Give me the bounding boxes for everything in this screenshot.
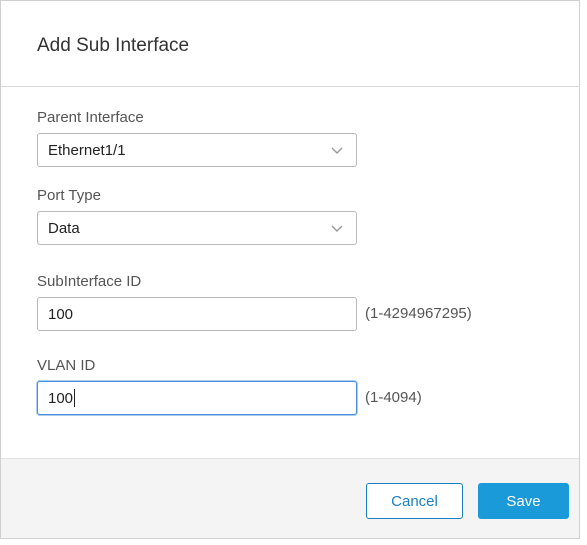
port-type-select[interactable]: Data <box>37 211 357 245</box>
chevron-down-icon <box>331 147 343 154</box>
port-type-label: Port Type <box>37 187 101 204</box>
parent-interface-label: Parent Interface <box>37 109 144 126</box>
cancel-button[interactable]: Cancel <box>366 483 463 519</box>
dialog-footer: Cancel Save <box>1 458 579 538</box>
vlan-id-label: VLAN ID <box>37 357 96 374</box>
vlan-id-range: (1-4094) <box>365 389 422 406</box>
port-type-value: Data <box>48 220 80 237</box>
save-button[interactable]: Save <box>478 483 569 519</box>
vlan-id-input[interactable] <box>37 381 357 415</box>
parent-interface-select[interactable]: Ethernet1/1 <box>37 133 357 167</box>
subinterface-id-range: (1-4294967295) <box>365 305 472 322</box>
add-sub-interface-dialog: Add Sub Interface Parent Interface Ether… <box>0 0 580 539</box>
chevron-down-icon <box>331 225 343 232</box>
parent-interface-value: Ethernet1/1 <box>48 142 126 159</box>
text-caret <box>74 389 75 407</box>
subinterface-id-input[interactable] <box>37 297 357 331</box>
subinterface-id-label: SubInterface ID <box>37 273 142 290</box>
dialog-title: Add Sub Interface <box>37 35 190 56</box>
dialog-header: Add Sub Interface <box>1 1 579 87</box>
